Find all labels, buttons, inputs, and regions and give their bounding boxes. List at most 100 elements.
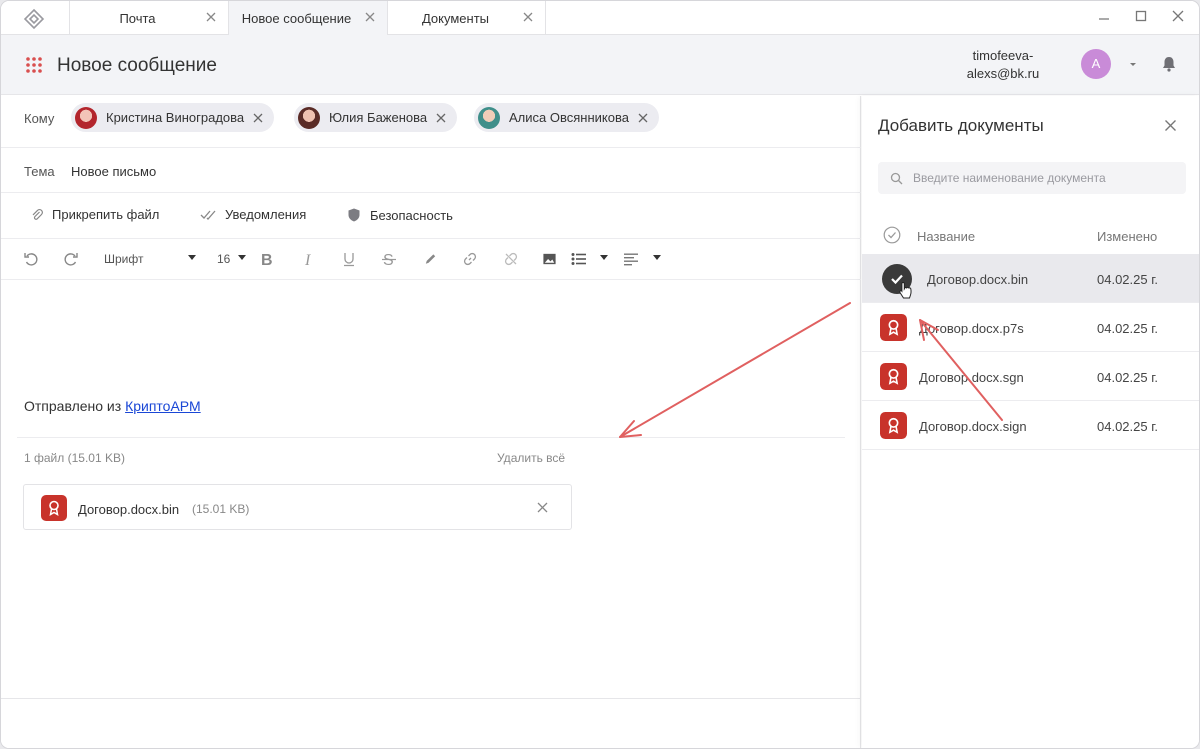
align-icon[interactable] [623, 251, 639, 267]
recipient-chip[interactable]: Кристина Виноградова [71, 103, 275, 132]
search-icon [890, 172, 903, 184]
pen-icon[interactable] [423, 251, 438, 267]
document-row[interactable]: Договор.docx.bin 04.02.25 г. [862, 254, 1199, 303]
page-header: Новое сообщение timofeeva- alexs@bk.ru A [1, 35, 1199, 95]
document-seal-icon [880, 363, 907, 390]
image-icon[interactable] [542, 251, 557, 267]
document-date: 04.02.25 г. [1097, 321, 1158, 336]
recipient-avatar [478, 106, 500, 129]
recipient-avatar [298, 106, 320, 129]
signature: Отправлено из КриптоАРМ [24, 398, 201, 414]
paperclip-icon [32, 208, 43, 220]
divider [17, 437, 845, 438]
close-icon[interactable] [204, 10, 218, 24]
chevron-down-icon[interactable] [599, 254, 609, 262]
recipient-avatar [75, 106, 97, 129]
column-header-date[interactable]: Изменено [1097, 229, 1157, 244]
redo-icon[interactable] [63, 251, 79, 267]
security-button[interactable]: Безопасность [346, 207, 453, 223]
close-icon[interactable] [435, 112, 447, 124]
cursor-hand-icon [899, 281, 912, 299]
chevron-down-icon[interactable] [1128, 61, 1138, 69]
maximize-icon[interactable] [1134, 9, 1148, 23]
attached-file-name: Договор.docx.bin [78, 502, 180, 517]
italic-icon[interactable]: I [303, 251, 315, 267]
document-seal-icon [880, 314, 907, 341]
link-icon[interactable] [462, 251, 478, 267]
actions-row: Прикрепить файл Уведомления Безопасность [1, 193, 861, 239]
document-name: Договор.docx.bin [927, 272, 1029, 287]
close-icon[interactable] [252, 112, 264, 124]
divider [1, 698, 861, 699]
delete-all-button[interactable]: Удалить всё [497, 451, 565, 465]
recipient-chip[interactable]: Юлия Баженова [294, 103, 458, 132]
close-icon[interactable] [1164, 119, 1177, 132]
document-seal-icon [880, 412, 907, 439]
signature-link[interactable]: КриптоАРМ [125, 398, 201, 414]
chevron-down-icon[interactable] [237, 254, 247, 262]
recipient-chip[interactable]: Алиса Овсянникова [474, 103, 659, 132]
page-title: Новое сообщение [57, 55, 217, 76]
strikethrough-icon[interactable]: S [382, 251, 396, 267]
list-icon[interactable] [571, 251, 587, 267]
document-seal-icon [41, 495, 67, 521]
notifications-label: Уведомления [225, 207, 307, 222]
font-select[interactable]: Шрифт [104, 252, 143, 266]
apps-grid-icon[interactable] [25, 56, 43, 74]
close-icon[interactable] [363, 10, 377, 24]
unlink-icon[interactable] [503, 251, 519, 267]
user-email-line: timofeeva- [972, 48, 1034, 63]
chevron-down-icon[interactable] [652, 254, 662, 262]
recipient-name: Алиса Овсянникова [509, 110, 629, 125]
recipients-row: Кому Кристина Виноградова Юлия Баженова … [1, 96, 861, 148]
search-input[interactable] [913, 171, 1183, 185]
bell-icon[interactable] [1160, 55, 1178, 73]
undo-icon[interactable] [23, 251, 39, 267]
tab-bar: Почта Новое сообщение Документы [1, 1, 1199, 35]
files-count: 1 файл (15.01 KB) [24, 451, 125, 465]
close-icon[interactable] [1171, 9, 1185, 23]
recipient-name: Кристина Виноградова [106, 110, 245, 125]
document-row[interactable]: Договор.docx.p7s 04.02.25 г. [862, 303, 1199, 352]
app-logo-icon[interactable] [23, 8, 45, 30]
font-size-select[interactable]: 16 [217, 252, 230, 266]
subject-label: Тема [24, 164, 55, 179]
svg-text:B: B [261, 252, 273, 267]
document-name: Договор.docx.p7s [919, 321, 1024, 336]
to-label: Кому [24, 111, 55, 126]
format-toolbar: Шрифт 16 B I S [1, 239, 861, 280]
minimize-icon[interactable] [1097, 9, 1111, 23]
close-icon[interactable] [637, 112, 649, 124]
close-icon[interactable] [521, 10, 535, 24]
tab-documents[interactable]: Документы [387, 1, 546, 35]
user-email[interactable]: timofeeva- alexs@bk.ru [961, 47, 1045, 83]
avatar[interactable]: A [1081, 49, 1111, 79]
column-header-name[interactable]: Название [917, 229, 975, 244]
tab-new-message[interactable]: Новое сообщение [228, 1, 387, 35]
document-row[interactable]: Договор.docx.sgn 04.02.25 г. [862, 352, 1199, 401]
security-label: Безопасность [370, 207, 453, 223]
document-date: 04.02.25 г. [1097, 272, 1158, 287]
subject-field[interactable]: Новое письмо [71, 164, 156, 179]
signature-text: Отправлено из [24, 398, 122, 414]
document-date: 04.02.25 г. [1097, 419, 1158, 434]
user-email-line: alexs@bk.ru [966, 66, 1040, 81]
document-row[interactable]: Договор.docx.sign 04.02.25 г. [862, 401, 1199, 450]
tab-mail[interactable]: Почта [69, 1, 228, 35]
double-check-icon [200, 210, 216, 220]
tab-label: Почта [119, 11, 156, 26]
attached-file-card: Договор.docx.bin (15.01 KB) [23, 484, 572, 530]
chevron-down-icon[interactable] [187, 254, 197, 262]
subject-row: Тема Новое письмо [1, 148, 861, 193]
attached-file-size: (15.01 KB) [192, 502, 250, 516]
attach-file-button[interactable]: Прикрепить файл [30, 207, 159, 222]
svg-text:I: I [304, 252, 311, 267]
notifications-button[interactable]: Уведомления [200, 207, 306, 222]
shield-icon [348, 208, 360, 222]
check-circle-icon[interactable] [883, 226, 901, 244]
bold-icon[interactable]: B [260, 251, 274, 267]
underline-icon[interactable] [342, 251, 356, 267]
close-icon[interactable] [536, 501, 549, 514]
document-search [878, 162, 1186, 194]
document-name: Договор.docx.sgn [919, 370, 1024, 385]
